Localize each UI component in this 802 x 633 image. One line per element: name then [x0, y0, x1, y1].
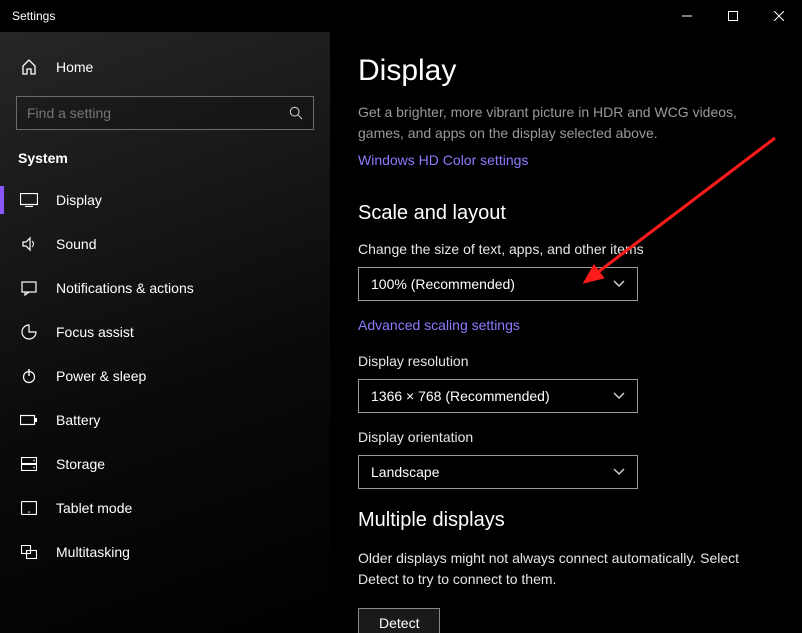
- sidebar-item-sound[interactable]: Sound: [0, 222, 330, 266]
- window-title: Settings: [12, 9, 55, 23]
- home-button[interactable]: Home: [0, 48, 330, 86]
- home-label: Home: [56, 59, 93, 75]
- power-icon: [20, 367, 38, 385]
- text-size-dropdown[interactable]: 100% (Recommended): [358, 267, 638, 301]
- sidebar-item-storage[interactable]: Storage: [0, 442, 330, 486]
- title-bar: Settings: [0, 0, 802, 32]
- multitasking-icon: [20, 543, 38, 561]
- notifications-icon: [20, 279, 38, 297]
- text-size-value: 100% (Recommended): [371, 276, 515, 292]
- sidebar: Home System Display Sound: [0, 32, 330, 633]
- maximize-button[interactable]: [710, 0, 756, 32]
- search-input-wrap[interactable]: [16, 96, 314, 130]
- multi-displays-heading: Multiple displays: [358, 509, 774, 532]
- sound-icon: [20, 235, 38, 253]
- sidebar-item-label: Sound: [56, 236, 96, 252]
- orientation-value: Landscape: [371, 464, 440, 480]
- minimize-button[interactable]: [664, 0, 710, 32]
- hdr-description: Get a brighter, more vibrant picture in …: [358, 102, 774, 144]
- window-controls: [664, 0, 802, 32]
- text-size-label: Change the size of text, apps, and other…: [358, 241, 774, 257]
- sidebar-item-label: Focus assist: [56, 324, 134, 340]
- main-panel: Display Get a brighter, more vibrant pic…: [330, 32, 802, 633]
- focus-assist-icon: [20, 323, 38, 341]
- home-icon: [20, 58, 38, 76]
- search-input[interactable]: [27, 105, 289, 121]
- battery-icon: [20, 411, 38, 429]
- resolution-value: 1366 × 768 (Recommended): [371, 388, 550, 404]
- sidebar-item-label: Power & sleep: [56, 368, 146, 384]
- chevron-down-icon: [613, 468, 625, 476]
- sidebar-item-power-sleep[interactable]: Power & sleep: [0, 354, 330, 398]
- sidebar-item-label: Tablet mode: [56, 500, 132, 516]
- chevron-down-icon: [613, 280, 625, 288]
- sidebar-item-label: Multitasking: [56, 544, 130, 560]
- sidebar-item-tablet-mode[interactable]: Tablet mode: [0, 486, 330, 530]
- resolution-label: Display resolution: [358, 353, 774, 369]
- hdr-settings-link[interactable]: Windows HD Color settings: [358, 152, 528, 168]
- chevron-down-icon: [613, 392, 625, 400]
- close-button[interactable]: [756, 0, 802, 32]
- sidebar-item-display[interactable]: Display: [0, 178, 330, 222]
- sidebar-item-label: Storage: [56, 456, 105, 472]
- sidebar-item-label: Notifications & actions: [56, 280, 194, 296]
- storage-icon: [20, 455, 38, 473]
- nav-list: Display Sound Notifications & actions Fo…: [0, 178, 330, 633]
- tablet-icon: [20, 499, 38, 517]
- advanced-scaling-link[interactable]: Advanced scaling settings: [358, 317, 520, 333]
- sidebar-item-battery[interactable]: Battery: [0, 398, 330, 442]
- orientation-label: Display orientation: [358, 429, 774, 445]
- search-icon: [289, 106, 303, 120]
- multi-displays-text: Older displays might not always connect …: [358, 548, 774, 590]
- category-label: System: [0, 144, 330, 178]
- sidebar-item-label: Display: [56, 192, 102, 208]
- scale-heading: Scale and layout: [358, 202, 774, 225]
- sidebar-item-notifications[interactable]: Notifications & actions: [0, 266, 330, 310]
- sidebar-item-focus-assist[interactable]: Focus assist: [0, 310, 330, 354]
- sidebar-item-multitasking[interactable]: Multitasking: [0, 530, 330, 574]
- sidebar-item-label: Battery: [56, 412, 100, 428]
- page-title: Display: [358, 54, 774, 88]
- resolution-dropdown[interactable]: 1366 × 768 (Recommended): [358, 379, 638, 413]
- orientation-dropdown[interactable]: Landscape: [358, 455, 638, 489]
- display-icon: [20, 191, 38, 209]
- detect-button[interactable]: Detect: [358, 608, 440, 633]
